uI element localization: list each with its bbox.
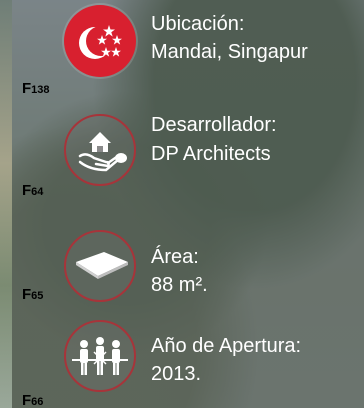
opening-value: 2013. [151, 363, 202, 385]
developer-value: DP Architects [151, 143, 271, 165]
location-label: Ubicación: [151, 13, 245, 35]
opening-label: Año de Apertura: [151, 335, 302, 357]
info-row-area: F65 Área: 88 m². [0, 200, 364, 303]
code-badge: F138 [22, 80, 50, 97]
info-row-opening: F66 Año de Apertura: 2013. [0, 300, 364, 409]
singapore-flag-icon [64, 5, 136, 77]
code-badge: F66 [22, 392, 44, 409]
code-badge: F64 [22, 182, 44, 199]
ribbon-cutting-icon [64, 320, 136, 392]
info-row-location: F138 Ubicación: Mandai, Singapur [0, 0, 364, 100]
developer-label: Desarrollador: [151, 114, 277, 136]
info-row-developer: F64 Desarrollador: DP Architects [0, 100, 364, 200]
area-value: 88 m². [151, 274, 208, 296]
location-value: Mandai, Singapur [151, 41, 308, 63]
area-plane-icon [64, 230, 136, 302]
house-in-hand-icon [64, 114, 136, 186]
area-label: Área: [151, 246, 199, 268]
